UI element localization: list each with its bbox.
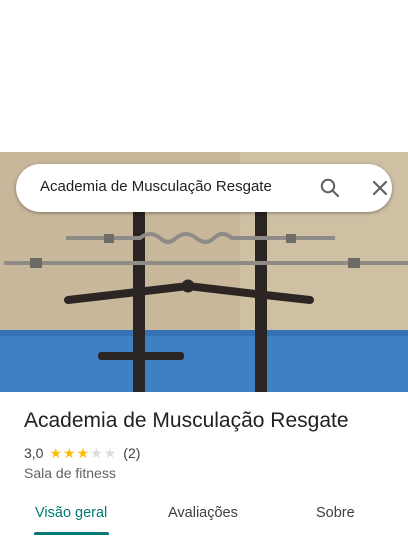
place-title: Academia de Musculação Resgate (24, 409, 349, 432)
star-icon: ★ (49, 445, 63, 461)
review-count[interactable]: (2) (123, 445, 140, 461)
top-blank-area (0, 0, 408, 152)
place-category[interactable]: Sala de fitness (24, 465, 116, 481)
search-bar[interactable]: Academia de Musculação Resgate (16, 164, 392, 212)
active-tab-indicator (34, 532, 109, 535)
star-rating: ★ ★ ★ ★ ★ (49, 446, 117, 460)
star-icon: ★ (76, 445, 90, 461)
tab-about[interactable]: Sobre (316, 505, 355, 521)
star-icon: ★ (90, 445, 103, 461)
tab-reviews[interactable]: Avaliações (168, 505, 238, 521)
tab-bar: Visão geral Avaliações Sobre (0, 492, 408, 544)
search-query-text[interactable]: Academia de Musculação Resgate (40, 178, 272, 195)
search-icon[interactable] (318, 176, 342, 200)
rating-value: 3,0 (24, 445, 44, 461)
tab-overview[interactable]: Visão geral (35, 505, 107, 521)
star-icon: ★ (63, 445, 76, 461)
close-icon[interactable] (368, 176, 392, 200)
rating-row[interactable]: 3,0 ★ ★ ★ ★ ★ (2) (24, 444, 140, 462)
star-icon: ★ (103, 445, 117, 461)
